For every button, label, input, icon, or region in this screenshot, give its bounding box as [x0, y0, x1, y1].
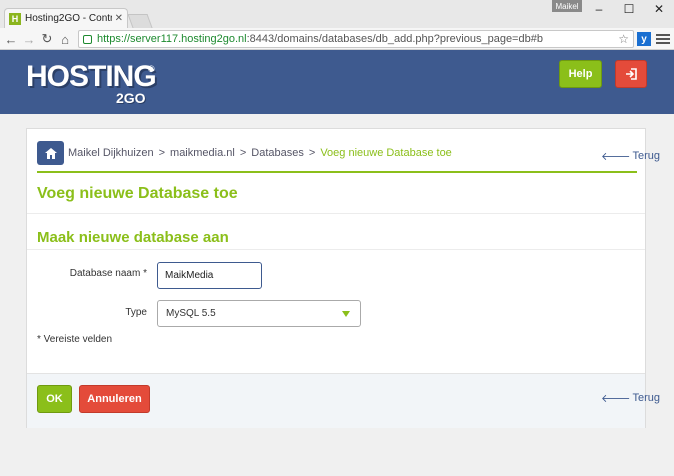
logout-button[interactable] — [615, 60, 647, 88]
breadcrumb-current: Voeg nieuwe Database toe — [320, 147, 452, 159]
chevron-down-icon — [342, 311, 350, 317]
logo-registered-mark: ® — [148, 64, 155, 74]
page-title: Voeg nieuwe Database toe — [37, 185, 238, 202]
divider — [37, 171, 637, 173]
help-button[interactable]: Help — [559, 60, 602, 88]
breadcrumb-separator: > — [308, 147, 316, 159]
maximize-icon[interactable]: ☐ — [614, 0, 644, 18]
breadcrumb: Maikel Dijkhuizen > maikmedia.nl > Datab… — [37, 141, 452, 165]
back-link-bottom[interactable]: 🡐 Terug — [601, 391, 660, 405]
back-arrow-icon[interactable]: ← — [2, 30, 20, 48]
arrow-left-icon: 🡐 — [601, 393, 631, 405]
required-fields-note: * Vereiste velden — [37, 334, 113, 345]
url-host: https://server117.hosting2go.nl — [97, 33, 247, 45]
url-path: :8443/domains/databases/db_add.php?previ… — [246, 33, 543, 45]
site-header: HOSTING ® 2GO Help — [0, 50, 674, 114]
hosting2go-logo[interactable]: HOSTING ® 2GO — [26, 60, 157, 108]
close-window-icon[interactable]: ✕ — [644, 0, 674, 18]
favicon-icon: H — [9, 12, 21, 25]
database-type-select[interactable]: MySQL 5.5 — [157, 300, 361, 327]
bookmark-star-icon[interactable]: ☆ — [618, 32, 629, 46]
back-link-label: Terug — [632, 150, 661, 162]
logo-sub-text: 2GO — [116, 90, 146, 106]
reload-icon[interactable]: ↻ — [38, 30, 56, 48]
forward-arrow-icon[interactable]: → — [20, 30, 38, 48]
tab-title: Hosting2GO - Control Pa — [25, 13, 112, 24]
tab-close-icon[interactable]: ✕ — [115, 13, 123, 24]
browser-menu-icon[interactable] — [656, 30, 670, 48]
cancel-button[interactable]: Annuleren — [79, 385, 150, 413]
lock-icon — [83, 34, 92, 44]
browser-tab[interactable]: H Hosting2GO - Control Pa ✕ — [4, 8, 128, 28]
home-icon — [44, 147, 57, 159]
breadcrumb-separator: > — [239, 147, 247, 159]
divider — [27, 249, 645, 250]
profile-badge[interactable]: Maikel — [552, 0, 582, 12]
breadcrumb-separator: > — [158, 147, 166, 159]
ok-button[interactable]: OK — [37, 385, 72, 413]
breadcrumb-item-account[interactable]: Maikel Dijkhuizen — [68, 147, 154, 159]
form-actions: OK Annuleren 🡐 Terug — [27, 373, 660, 428]
logo-main-text: HOSTING — [26, 60, 157, 93]
section-title: Maak nieuwe database aan — [37, 229, 229, 246]
browser-titlebar: H Hosting2GO - Control Pa ✕ Maikel – ☐ ✕ — [0, 0, 674, 28]
address-bar[interactable]: https://server117.hosting2go.nl :8443/do… — [78, 30, 634, 48]
home-button[interactable] — [37, 141, 64, 165]
extension-icon[interactable]: y — [637, 32, 651, 46]
database-name-label: Database naam * — [69, 268, 147, 279]
breadcrumb-item-databases[interactable]: Databases — [251, 147, 304, 159]
database-name-input[interactable] — [157, 262, 262, 289]
breadcrumb-item-domain[interactable]: maikmedia.nl — [170, 147, 235, 159]
type-label: Type — [125, 307, 147, 318]
logout-icon — [626, 68, 637, 80]
back-link-top[interactable]: 🡐 Terug — [601, 149, 660, 163]
browser-toolbar: ← → ↻ ⌂ https://server117.hosting2go.nl … — [0, 28, 674, 50]
minimize-icon[interactable]: – — [584, 0, 614, 18]
arrow-left-icon: 🡐 — [601, 151, 631, 163]
divider — [27, 213, 645, 214]
main-panel: Maikel Dijkhuizen > maikmedia.nl > Datab… — [26, 128, 660, 428]
back-link-label: Terug — [632, 392, 661, 404]
home-browser-icon[interactable]: ⌂ — [56, 30, 74, 48]
database-type-value: MySQL 5.5 — [166, 308, 216, 319]
new-tab-button[interactable] — [127, 14, 153, 28]
